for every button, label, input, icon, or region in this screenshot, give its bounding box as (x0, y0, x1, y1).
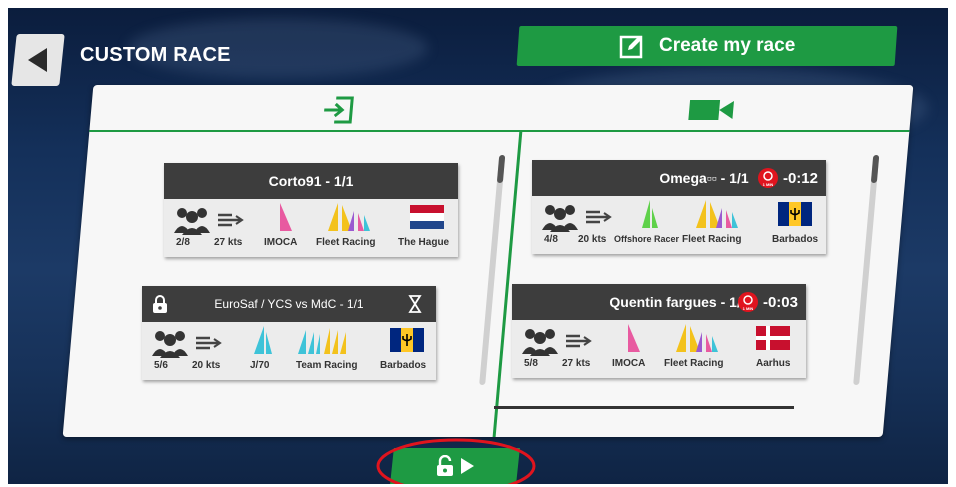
wind-speed: 27 kts (562, 358, 591, 369)
flag-barbados-icon (390, 328, 424, 352)
wind-icon (586, 210, 612, 224)
race-location: Barbados (380, 360, 427, 371)
boat-class: IMOCA (612, 358, 646, 369)
wind-speed: 20 kts (192, 360, 221, 371)
join-race-button[interactable] (390, 448, 520, 484)
sailboat-icon (642, 200, 658, 228)
timer-badge-icon: 1 MIN (757, 168, 778, 188)
sailboat-icon (280, 203, 292, 231)
timer-value: -0:03 (762, 293, 798, 311)
race-card-header: Corto91 - 1/1 (164, 163, 458, 199)
race-title: EuroSaf / YCS vs MdC - 1/1 (214, 297, 364, 311)
back-arrow-icon (28, 48, 47, 72)
race-title: Omega▫▫ - 1/1 (659, 170, 749, 186)
race-card[interactable]: Omega▫▫ - 1/1 1 MIN -0:12 4/8 20 kts Off… (532, 160, 826, 254)
players-icon (174, 208, 210, 235)
race-card[interactable]: EuroSaf / YCS vs MdC - 1/1 5/6 20 kts J/… (142, 286, 436, 380)
wind-icon (218, 213, 244, 227)
players-icon (522, 329, 558, 356)
video-camera-icon (688, 100, 734, 120)
race-location: Aarhus (756, 358, 791, 369)
fleet-boats-icon (696, 200, 738, 228)
boat-class: Offshore Racer (614, 234, 680, 244)
play-icon (461, 458, 474, 474)
enter-icon (324, 96, 354, 124)
wind-speed: 20 kts (578, 234, 607, 245)
right-scrollbar[interactable] (853, 155, 880, 385)
race-mode: Fleet Racing (316, 237, 376, 248)
race-card[interactable]: Quentin fargues - 1/1 1 MIN -0:03 5/8 27… (512, 284, 806, 378)
edit-icon (619, 35, 643, 59)
flag-denmark-icon (756, 326, 790, 350)
race-card[interactable]: Corto91 - 1/1 2/8 27 kts IMOCA Fleet Rac… (164, 163, 458, 257)
race-title: Corto91 - 1/1 (268, 173, 354, 189)
join-tab[interactable] (319, 95, 356, 130)
page-title: CUSTOM RACE (80, 44, 231, 66)
left-scroll-thumb[interactable] (496, 155, 506, 183)
fleet-boats-icon (676, 324, 718, 352)
race-card-header: EuroSaf / YCS vs MdC - 1/1 (142, 286, 436, 322)
players-count: 2/8 (176, 237, 190, 248)
race-list-panel (62, 85, 914, 437)
list-bottom-edge (494, 406, 794, 409)
create-my-race-label: Create my race (658, 35, 796, 56)
timer-badge-text: 1 MIN (763, 182, 774, 187)
team-boats-icon (298, 328, 346, 354)
game-screen: CUSTOM RACE Create my race Corto91 - 1/1… (8, 8, 948, 484)
fleet-boats-icon (328, 203, 370, 231)
race-title: Quentin fargues - 1/1 (609, 294, 749, 310)
sailboat-icon (254, 326, 272, 354)
right-scroll-thumb[interactable] (870, 155, 880, 183)
players-count: 5/6 (154, 360, 168, 371)
players-icon (152, 331, 188, 358)
hourglass-icon (408, 295, 422, 313)
timer-badge-text: 1 MIN (743, 306, 754, 311)
wind-icon (196, 336, 222, 350)
race-mode: Team Racing (296, 360, 358, 371)
timer-value: -0:12 (782, 169, 818, 187)
timer-badge-icon: 1 MIN (737, 292, 758, 312)
panel-tabs (89, 85, 914, 132)
wind-icon (566, 334, 592, 348)
boat-class: IMOCA (264, 237, 298, 248)
players-count: 4/8 (544, 234, 558, 245)
race-card-header: Omega▫▫ - 1/1 1 MIN -0:12 (532, 160, 826, 196)
boat-class: J/70 (250, 360, 270, 371)
race-timer: 1 MIN -0:03 (737, 291, 798, 313)
sailboat-icon (628, 324, 640, 352)
race-timer: 1 MIN -0:12 (757, 167, 818, 189)
spectate-tab[interactable] (686, 98, 737, 127)
flag-netherlands-icon (410, 205, 444, 229)
create-my-race-button[interactable]: Create my race (516, 26, 898, 66)
race-mode: Fleet Racing (682, 234, 742, 245)
back-button[interactable] (11, 34, 65, 86)
race-card-header: Quentin fargues - 1/1 1 MIN -0:03 (512, 284, 806, 320)
flag-barbados-icon (778, 202, 812, 226)
race-location: The Hague (398, 237, 450, 248)
players-icon (542, 205, 578, 232)
race-mode: Fleet Racing (664, 358, 724, 369)
players-count: 5/8 (524, 358, 538, 369)
lock-icon (153, 295, 167, 313)
race-location: Barbados (772, 234, 819, 245)
wind-speed: 27 kts (214, 237, 243, 248)
unlock-icon (437, 455, 453, 476)
